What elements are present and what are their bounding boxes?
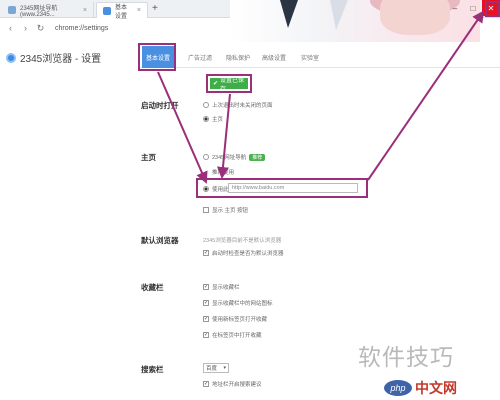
search-engine-select[interactable]: 百度 ▾ bbox=[203, 363, 229, 373]
address-bar: ‹ › ↻ chrome://settings bbox=[0, 18, 500, 38]
tab-ad-filter[interactable]: 广告过滤 bbox=[184, 46, 216, 68]
settings-title: 2345浏览器 - 设置 bbox=[20, 54, 102, 65]
tab-privacy[interactable]: 隐私保护 bbox=[222, 46, 254, 68]
address-input[interactable]: chrome://settings bbox=[55, 25, 108, 32]
bookmark-bar-label: 收藏栏 bbox=[141, 283, 164, 292]
settings-tabs: 基本设置 广告过滤 隐私保护 高级设置 实验室 bbox=[138, 46, 500, 68]
bookmark-option[interactable]: ✓ 使用新标签页打开收藏 bbox=[203, 315, 267, 323]
bookmark-option[interactable]: ✓ 显示收藏栏中的网站图标 bbox=[203, 299, 273, 307]
tab-title: 基本设置 bbox=[115, 4, 128, 20]
forward-icon[interactable]: › bbox=[21, 23, 30, 33]
settings-brand: 2345浏览器 - 设置 bbox=[6, 50, 101, 65]
homepage-label: 主页 bbox=[141, 153, 156, 162]
tab-title: 2345网址导航(www.2345... bbox=[20, 5, 58, 18]
highlight-box-basic-tab bbox=[138, 43, 176, 71]
tab-lab[interactable]: 实验室 bbox=[294, 46, 326, 68]
minimize-icon[interactable]: – bbox=[446, 0, 464, 16]
startup-option-homepage[interactable]: 主页 bbox=[203, 115, 223, 123]
homepage-option-show-button[interactable]: 显示 主页 按钮 bbox=[203, 206, 248, 214]
close-icon[interactable]: × bbox=[83, 7, 87, 14]
radio-button[interactable] bbox=[203, 102, 209, 108]
browser-logo-icon bbox=[6, 52, 16, 63]
default-browser-status: 2345浏览器目前不是默认浏览器 bbox=[203, 238, 282, 244]
checkbox[interactable] bbox=[203, 207, 209, 213]
page-icon bbox=[8, 6, 16, 14]
checkbox[interactable]: ✓ bbox=[203, 250, 209, 256]
search-bar-label: 搜索栏 bbox=[141, 365, 164, 374]
back-icon[interactable]: ‹ bbox=[6, 23, 15, 33]
checkbox[interactable]: ✓ bbox=[203, 284, 209, 290]
homepage-nav-hint: 推荐使用 bbox=[212, 170, 235, 176]
reload-icon[interactable]: ↻ bbox=[36, 23, 45, 34]
watermark-site: 中文网 bbox=[415, 380, 457, 396]
tab-advanced[interactable]: 高级设置 bbox=[258, 46, 290, 68]
watermark-text: 软件技巧 bbox=[358, 345, 454, 371]
recommend-badge: 推荐 bbox=[249, 153, 266, 161]
default-browser-check[interactable]: ✓ 启动时检查是否为默认浏览器 bbox=[203, 249, 284, 257]
homepage-option-nav[interactable]: 2345网址导航 推荐 bbox=[203, 153, 266, 161]
highlight-box-close bbox=[485, 1, 500, 17]
startup-option-last-session[interactable]: 上次退出时未关闭的页面 bbox=[203, 101, 273, 109]
search-suggest-option[interactable]: ✓ 地址栏开启搜索建议 bbox=[203, 380, 262, 388]
checkbox[interactable]: ✓ bbox=[203, 332, 209, 338]
checkbox[interactable]: ✓ bbox=[203, 381, 209, 387]
new-tab-button[interactable]: + bbox=[152, 3, 162, 14]
highlight-box-homepage bbox=[196, 178, 368, 198]
checkbox[interactable]: ✓ bbox=[203, 316, 209, 322]
default-browser-label: 默认浏览器 bbox=[141, 236, 179, 245]
browser-tab-2345[interactable]: 2345网址导航(www.2345... × bbox=[2, 2, 94, 18]
settings-icon bbox=[103, 6, 111, 15]
checkbox[interactable]: ✓ bbox=[203, 300, 209, 306]
startup-label: 启动时打开 bbox=[141, 101, 179, 110]
browser-tab-settings[interactable]: 基本设置 × bbox=[96, 2, 148, 20]
radio-button[interactable] bbox=[203, 116, 209, 122]
radio-button[interactable] bbox=[203, 154, 209, 160]
close-icon[interactable]: × bbox=[137, 7, 141, 14]
bookmark-option[interactable]: ✓ 在标签页中打开收藏 bbox=[203, 331, 262, 339]
highlight-box-save-tip bbox=[206, 74, 252, 93]
bookmark-option[interactable]: ✓ 显示收藏栏 bbox=[203, 283, 240, 291]
maximize-icon[interactable]: □ bbox=[464, 0, 482, 16]
php-logo-icon: php bbox=[384, 380, 412, 396]
watermark-logo: php 中文网 bbox=[384, 378, 457, 398]
chevron-down-icon: ▾ bbox=[223, 365, 226, 371]
